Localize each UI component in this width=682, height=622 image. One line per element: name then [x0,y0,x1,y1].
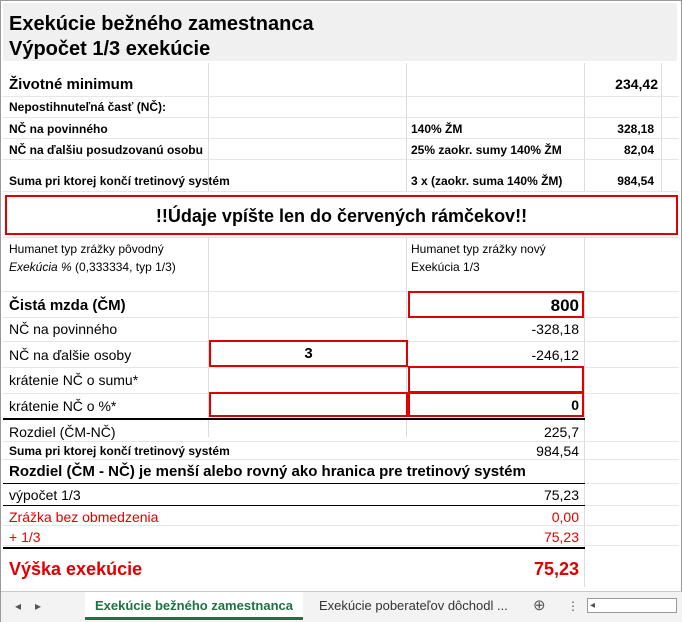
suma-label: Suma pri ktorej končí tretinový systém [9,174,230,188]
rozdiel-label: Rozdiel (ČM-NČ) [9,424,116,440]
spreadsheet: Exekúcie bežného zamestnanca Výpočet 1/3… [0,0,682,622]
humanet-old-label: Humanet typ zrážky pôvodný [9,242,164,256]
more-options-icon[interactable]: ⋮ [567,592,579,620]
vyska-exekucie-value: 75,23 [533,559,579,579]
zivotne-minimum-label: Životné minimum [9,76,134,93]
horizontal-scrollbar[interactable]: ◂ [587,598,677,613]
nc-dalsia-value: 82,04 [623,143,654,157]
nc-povinny-calc-label: NČ na povinného [9,321,118,337]
humanet-old-value-italic: Exekúcia % [9,260,72,274]
vyska-exekucie-label: Výška exekúcie [9,559,143,579]
humanet-new-label: Humanet typ zrážky nový [411,242,546,256]
total-divider [3,547,585,549]
plus-third-label: + 1/3 [9,529,41,545]
nc-dalsie-count-input[interactable]: 3 [209,346,408,361]
nc-dalsia-label: NČ na ďalšiu posudzovanú osobu [9,143,203,157]
tab-exekucie-poberatelov-dochodku[interactable]: Exekúcie poberateľov dôchodl ... [311,592,516,620]
vypocet-label: výpočet 1/3 [9,487,81,503]
nc-povinny-calc-value: -328,18 [531,321,579,337]
zrazka-label: Zrážka bez obmedzenia [9,509,159,525]
statement-text: Rozdiel (ČM - NČ) je menší alebo rovný a… [9,463,526,480]
cista-mzda-input[interactable]: 800 [411,297,579,314]
suma-basis: 3 x (zaokr. suma 140% ŽM) [411,174,563,188]
kratenie-pct-label: krátenie NČ o %* [9,398,117,414]
tab-scroll-left-icon[interactable]: ◂ [15,592,21,620]
humanet-old-value-rest: (0,333334, typ 1/3) [71,260,176,274]
humanet-old-value: Exekúcia % (0,333334, typ 1/3) [9,261,176,273]
nc-povinny-basis: 140% ŽM [411,122,463,136]
notice-text: !!Údaje vpíšte len do červených rámčekov… [155,206,528,226]
kratenie-suma-input[interactable] [408,366,584,393]
humanet-new-value: Exekúcia 1/3 [411,260,480,274]
nc-dalsia-basis: 25% zaokr. sumy 140% ŽM [411,143,562,157]
tab-exekucie-bezneho-zamestnanca[interactable]: Exekúcie bežného zamestnanca [85,592,303,620]
nc-povinny-value: 328,18 [617,122,654,136]
plus-third-value: 75,23 [543,529,579,545]
nc-label: Nepostihnuteľná časť (NČ): [9,100,167,114]
sheet-subtitle: Výpočet 1/3 exekúcie [9,38,211,60]
rozdiel-value: 225,7 [543,424,579,440]
kratenie-pct-input-box[interactable] [209,392,408,417]
vypocet-divider [3,505,585,506]
cista-mzda-label: Čistá mzda (ČM) [9,297,126,314]
statement-divider [3,483,585,484]
tab-scroll-right-icon[interactable]: ▸ [35,592,41,620]
add-sheet-icon[interactable]: ⊕ [533,592,546,620]
nc-povinny-label: NČ na povinného [9,122,108,136]
zivotne-minimum-value: 234,42 [615,76,658,92]
suma-calc-label: Suma pri ktorej končí tretinový systém [9,444,230,458]
kratenie-suma-label: krátenie NČ o sumu* [9,372,139,388]
sheet-title: Exekúcie bežného zamestnanca [9,13,314,35]
kratenie-pct-value[interactable]: 0 [411,398,579,412]
vypocet-value: 75,23 [543,487,579,503]
suma-calc-value: 984,54 [536,443,579,459]
zrazka-value: 0,00 [551,509,579,525]
sum-divider [3,418,585,420]
sheet-tab-bar: ◂ ▸ Exekúcie bežného zamestnanca Exekúci… [1,591,682,622]
nc-dalsie-calc-value: -246,12 [531,347,579,363]
nc-dalsie-calc-label: NČ na ďalšie osoby [9,347,132,363]
suma-value: 984,54 [617,174,654,188]
scroll-left-arrow-icon[interactable]: ◂ [590,599,595,612]
